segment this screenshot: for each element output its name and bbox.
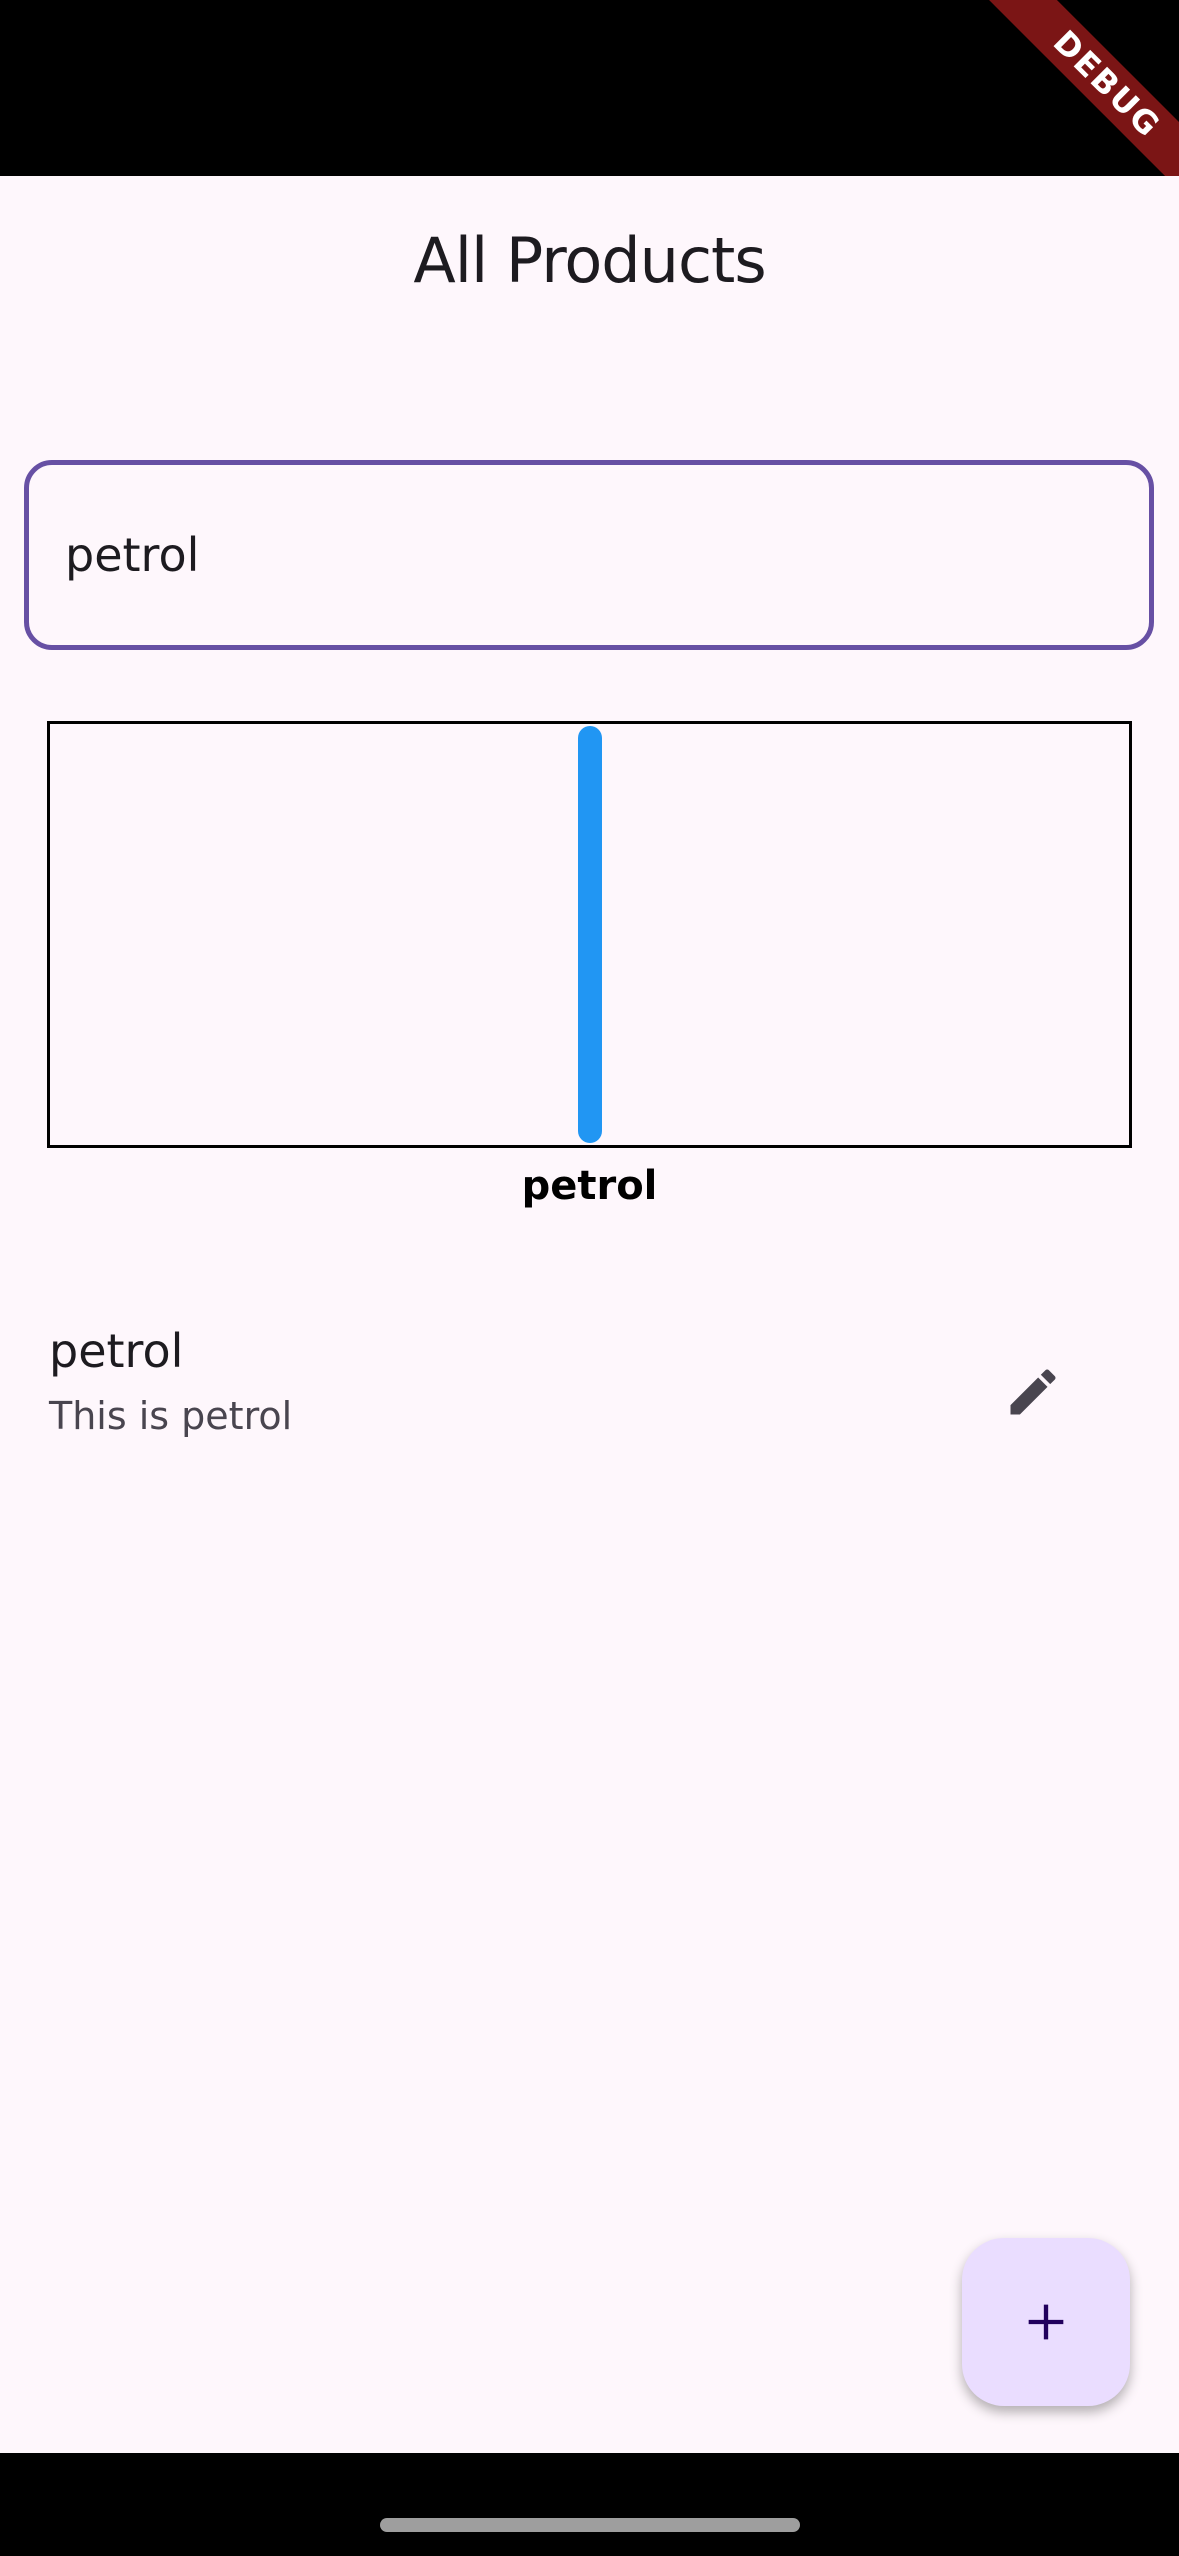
- edit-button[interactable]: [993, 1352, 1073, 1432]
- edit-icon: [1010, 1369, 1056, 1415]
- product-list-item[interactable]: petrol This is petrol: [0, 1300, 1179, 1480]
- app-bar: All Products: [0, 176, 1179, 348]
- page-title: All Products: [413, 224, 766, 297]
- bar-chart: [47, 721, 1132, 1148]
- chart-plot-area: [50, 724, 1129, 1145]
- add-icon: [1028, 2304, 1064, 2340]
- chart-bar-petrol: [577, 726, 602, 1143]
- home-indicator[interactable]: [380, 2518, 800, 2532]
- system-navigation-bar: [0, 2453, 1179, 2556]
- add-product-button[interactable]: [962, 2238, 1130, 2406]
- search-field[interactable]: [24, 460, 1154, 650]
- product-description: This is petrol: [49, 1394, 293, 1438]
- debug-banner: DEBUG: [983, 0, 1179, 176]
- chart-category-label: petrol: [521, 1163, 658, 1209]
- search-input[interactable]: [65, 465, 1105, 645]
- status-bar: DEBUG: [0, 0, 1179, 176]
- product-name: petrol: [49, 1324, 184, 1378]
